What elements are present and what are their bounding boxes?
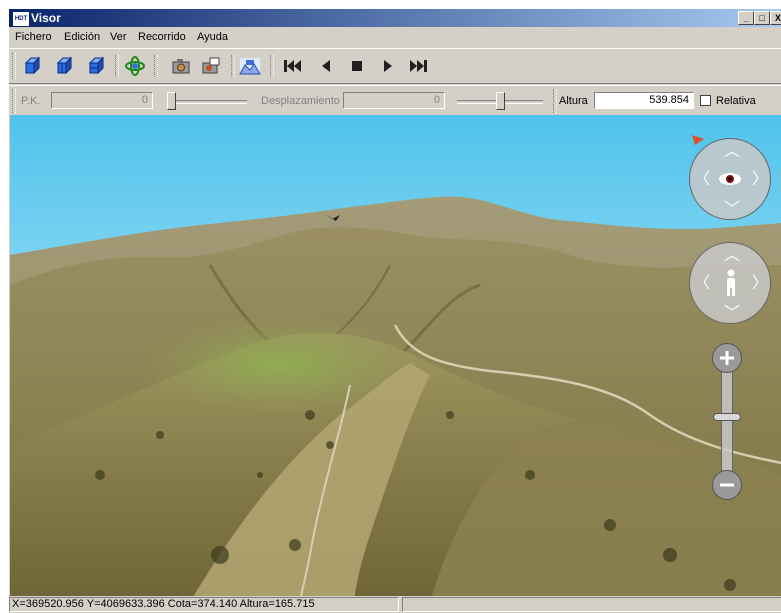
toolbar-separator	[270, 55, 274, 77]
terrain-viewport[interactable]: ︿ ﹀ 〈 〉 ︿ ﹀ 〈 〉	[10, 115, 781, 602]
north-indicator-icon	[692, 135, 704, 145]
menu-fichero[interactable]: Fichero	[15, 31, 52, 43]
toolbar-grip[interactable]	[12, 53, 16, 79]
move-down-icon[interactable]: ﹀	[724, 305, 740, 321]
zoom-thumb[interactable]	[713, 413, 741, 421]
look-right-icon[interactable]: 〉	[752, 171, 768, 187]
last-button[interactable]	[407, 54, 431, 78]
minus-icon	[720, 483, 734, 487]
eye-icon	[719, 173, 741, 185]
maximize-button[interactable]: □	[754, 11, 770, 25]
menu-bar: Fichero Edición Ver Recorrido Ayuda	[9, 28, 781, 46]
app-icon: HDT	[12, 11, 30, 27]
terrain-icon	[239, 58, 261, 75]
stop-button[interactable]	[345, 54, 369, 78]
play-back-icon	[322, 60, 330, 72]
orbit-button[interactable]	[123, 54, 147, 78]
status-secondary	[402, 597, 781, 612]
move-left-icon[interactable]: 〈	[694, 275, 710, 291]
blue-cube-icon	[56, 56, 73, 75]
move-control[interactable]: ︿ ﹀ 〈 〉	[689, 242, 771, 324]
record-button[interactable]	[199, 54, 223, 78]
menu-recorrido[interactable]: Recorrido	[138, 31, 186, 43]
params-toolbar: P.K. 0 Desplazamiento 0 Altura 539.854 R…	[9, 85, 781, 116]
capture-button[interactable]	[169, 54, 193, 78]
menu-edicion[interactable]: Edición	[64, 31, 100, 43]
pk-slider-track	[167, 100, 247, 104]
view-cube-1-button[interactable]	[21, 54, 45, 78]
view-cube-2-button[interactable]	[53, 54, 77, 78]
skip-last-icon	[410, 60, 427, 72]
stop-icon	[352, 61, 362, 71]
toolbar-grip[interactable]	[12, 89, 16, 113]
menu-ver[interactable]: Ver	[110, 31, 127, 43]
terrain-button[interactable]	[238, 54, 262, 78]
altura-field[interactable]: 539.854	[594, 92, 694, 109]
relativa-checkbox[interactable]	[700, 95, 711, 106]
terrain-scene	[10, 115, 781, 602]
play-icon	[384, 60, 392, 72]
status-bar: X=369520.956 Y=4069633.396 Cota=374.140 …	[9, 596, 781, 613]
toolbar-separator	[115, 55, 119, 77]
zoom-in-button[interactable]	[712, 343, 742, 373]
desplazamiento-field[interactable]: 0	[343, 92, 445, 109]
move-up-icon[interactable]: ︿	[724, 247, 740, 263]
window-title: Visor	[31, 11, 61, 25]
toolbar-separator	[231, 55, 235, 77]
camera-icon	[172, 59, 190, 74]
prev-button[interactable]	[314, 54, 338, 78]
walker-icon	[727, 269, 735, 296]
pk-field[interactable]: 0	[51, 92, 153, 109]
minimize-button[interactable]: _	[738, 11, 754, 25]
plus-icon	[720, 351, 734, 365]
look-left-icon[interactable]: 〈	[694, 171, 710, 187]
blue-cube-icon	[88, 56, 105, 75]
relativa-label: Relativa	[716, 95, 756, 107]
status-coords: X=369520.956 Y=4069633.396 Cota=374.140 …	[9, 597, 399, 612]
desplazamiento-label: Desplazamiento	[261, 95, 340, 107]
move-right-icon[interactable]: 〉	[752, 275, 768, 291]
skip-first-icon	[284, 60, 301, 72]
visor-window: HDT Visor _ □ X Fichero Edición Ver Reco…	[8, 8, 781, 613]
pk-slider-thumb[interactable]	[167, 92, 176, 110]
play-button[interactable]	[376, 54, 400, 78]
toolbar-separator	[154, 55, 158, 77]
pk-label: P.K.	[21, 95, 41, 107]
orbit-icon	[125, 56, 145, 76]
first-button[interactable]	[280, 54, 304, 78]
menu-ayuda[interactable]: Ayuda	[197, 31, 228, 43]
view-cube-3-button[interactable]	[85, 54, 109, 78]
zoom-out-button[interactable]	[712, 470, 742, 500]
close-button[interactable]: X	[770, 11, 781, 25]
desplazamiento-slider-thumb[interactable]	[496, 92, 505, 110]
blue-cube-icon	[24, 56, 41, 75]
look-up-icon[interactable]: ︿	[724, 143, 740, 159]
toolbar-separator	[553, 89, 557, 113]
look-down-icon[interactable]: ﹀	[724, 201, 740, 217]
title-bar[interactable]: HDT Visor _ □ X	[9, 9, 781, 27]
altura-label: Altura	[559, 95, 588, 107]
camera-record-icon	[202, 57, 220, 74]
look-control[interactable]: ︿ ﹀ 〈 〉	[689, 138, 771, 220]
main-toolbar	[9, 48, 781, 84]
